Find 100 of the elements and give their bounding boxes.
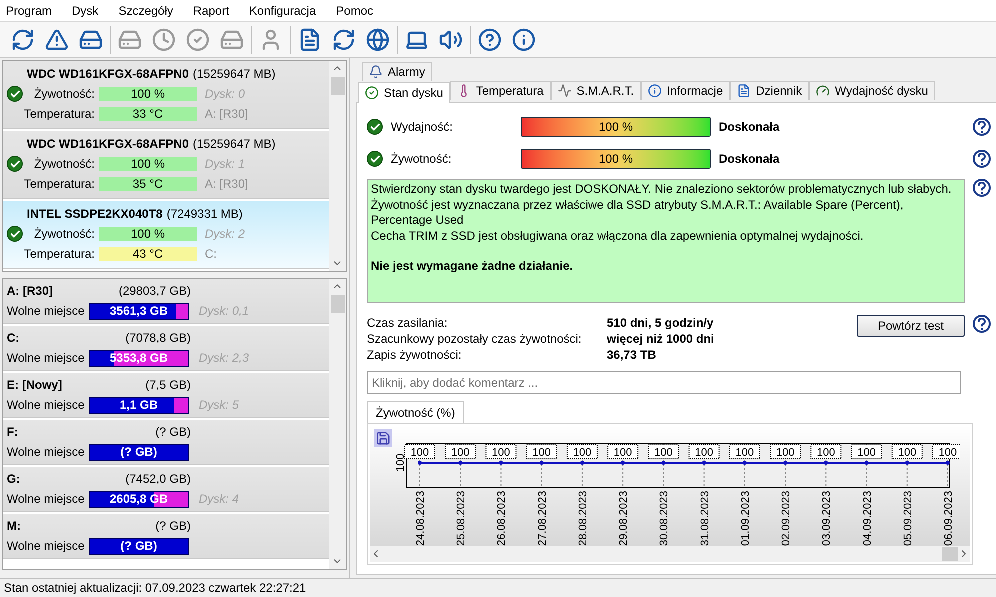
free-space-value: (? GB) — [120, 538, 158, 554]
temperature-label: Temperatura: — [23, 246, 96, 263]
meter-reading: 100 % — [598, 151, 634, 168]
temperature-label: Temperatura: — [23, 176, 96, 193]
chart-tab[interactable]: Żywotność (%) — [367, 401, 464, 423]
disk-numbers: Dysk: 2,3 — [199, 350, 250, 367]
scrollbar[interactable] — [329, 61, 346, 271]
health-bar: 100 % — [99, 87, 197, 101]
free-space-value: (? GB) — [120, 444, 158, 460]
data-label: 100 — [526, 444, 558, 460]
volume-size: (? GB) — [154, 518, 191, 535]
x-axis-label: 28.08.2023 — [577, 491, 590, 546]
volume-name: E: [Nowy] — [7, 377, 64, 394]
x-axis-label: 26.08.2023 — [496, 491, 508, 546]
menu-item[interactable]: Raport — [193, 2, 230, 20]
health-label: Żywotność: — [33, 156, 96, 173]
data-label: 100 — [566, 444, 598, 460]
menu-item[interactable]: Pomoc — [336, 2, 374, 20]
free-space-label: Wolne miejsce — [7, 538, 86, 555]
disk-size: (7249331 MB) — [166, 206, 243, 223]
tab[interactable]: Stan dysku — [358, 82, 450, 103]
stat-label: Szacunkowy pozostały czas żywotności: — [367, 331, 583, 348]
tab[interactable]: Alarmy — [362, 62, 432, 81]
free-space-label: Wolne miejsce — [7, 350, 86, 367]
volume-size: (29803,7 GB) — [118, 283, 191, 300]
scroll-thumb[interactable] — [330, 77, 344, 95]
health-bar: 100 % — [99, 157, 197, 171]
meter-reading: 100 % — [598, 119, 634, 136]
stat-label: Zapis żywotności: — [367, 347, 463, 364]
menu-item[interactable]: Konfiguracja — [249, 2, 316, 20]
check-icon — [7, 226, 23, 242]
x-axis-label: 01.09.2023 — [740, 491, 752, 546]
scroll-thumb[interactable] — [942, 547, 958, 561]
free-space-label: Wolne miejsce — [7, 491, 86, 508]
help-icon[interactable] — [973, 118, 991, 136]
data-label: 100 — [770, 444, 802, 460]
disk-card[interactable]: WDC WD161KFGX-68AFPN0 (15259647 MB) Żywotność: 100 % Dysk: 1 Temperatura: 35 °C A: [R30] — [3, 131, 329, 199]
help-icon[interactable] — [973, 179, 991, 197]
volume-card[interactable]: M: (? GB) Wolne miejsce (? GB) — [3, 514, 329, 559]
x-axis-label: 05.09.2023 — [902, 491, 914, 546]
stat-label: Czas zasilania: — [367, 315, 449, 332]
tab[interactable]: Dziennik — [730, 81, 810, 100]
meter-verdict: Doskonała — [719, 119, 780, 136]
bell-icon — [369, 65, 383, 79]
comment-field[interactable]: Kliknij, aby dodać komentarz ... — [367, 371, 961, 394]
x-axis-label: 30.08.2023 — [658, 491, 671, 546]
data-label: 100 — [851, 444, 882, 460]
x-axis-label: 24.08.2023 — [415, 491, 427, 546]
summary-action: Nie jest wymagane żadne działanie. — [371, 259, 574, 274]
disk-name: WDC WD161KFGX-68AFPN0 — [27, 136, 190, 153]
health-label: Żywotność: — [33, 86, 96, 103]
disk-numbers: Dysk: 5 — [199, 397, 240, 414]
help-icon[interactable] — [973, 150, 991, 168]
status-bar: Stan ostatniej aktualizacji: 07.09.2023 czwartek 22:27:21 — [0, 578, 996, 597]
disk-card[interactable]: WDC WD161KFGX-68AFPN0 (15259647 MB) Żywotność: 100 % Dysk: 0 Temperatura: 33 °C A: [R30] — [3, 61, 329, 129]
data-label: 100 — [445, 444, 476, 460]
stat-value: 510 dni, 5 godzin/y — [607, 315, 714, 332]
data-label: 100 — [729, 444, 760, 460]
scrollbar[interactable] — [329, 279, 346, 569]
save-icon[interactable] — [374, 429, 392, 447]
menu-item[interactable]: Program — [6, 2, 52, 20]
data-label: 100 — [932, 444, 960, 460]
menu-item[interactable]: Dysk — [72, 2, 99, 20]
x-axis-label: 29.08.2023 — [618, 491, 630, 546]
data-label: 100 — [688, 444, 720, 460]
disk-numbers: Dysk: 0,1 — [199, 303, 250, 320]
volume-label: A: [R30] — [205, 176, 248, 193]
meter-label: Wydajność: — [391, 119, 454, 136]
disk-card[interactable]: INTEL SSDPE2KX040T8 (7249331 MB) Żywotność: 100 % Dysk: 2 Temperatura: 43 °C C: — [3, 201, 329, 269]
stat-value: 36,73 TB — [607, 347, 656, 364]
volume-name: G: — [7, 471, 22, 488]
tab[interactable]: Temperatura — [450, 81, 551, 100]
retest-button[interactable]: Powtórz test — [857, 315, 965, 337]
volume-card[interactable]: F: (? GB) Wolne miejsce (? GB) — [3, 420, 329, 465]
volume-size: (? GB) — [154, 424, 191, 441]
scroll-thumb[interactable] — [330, 295, 344, 313]
meter-label: Żywotność: — [391, 151, 453, 168]
volume-size: (7,5 GB) — [144, 377, 191, 394]
free-space-value: 1,1 GB — [118, 398, 159, 412]
pulse-icon — [558, 84, 572, 98]
help-icon[interactable] — [973, 315, 991, 333]
data-label: 100 — [648, 444, 680, 460]
tab[interactable]: Wydajność dysku — [809, 81, 936, 100]
stat-value: więcej niż 1000 dni — [607, 331, 714, 348]
tab[interactable]: Informacje — [641, 81, 730, 100]
tab[interactable]: S.M.A.R.T. — [550, 81, 642, 100]
volume-name: F: — [7, 424, 20, 441]
volume-size: (7452,0 GB) — [124, 471, 191, 488]
data-label: 100 — [810, 444, 842, 460]
volume-card[interactable]: A: [R30] (29803,7 GB) Wolne miejsce 3561,3 GB Dysk: 0,1 — [3, 279, 329, 324]
summary-text: Stwierdzony stan dysku twardego jest DOSKONAŁY. Nie znaleziono sektorów problematycznych lub słabych. — [371, 182, 953, 198]
disk-name: INTEL SSDPE2KX040T8 — [27, 206, 163, 223]
x-axis-label: 03.09.2023 — [821, 491, 834, 546]
data-label: 100 — [892, 444, 923, 460]
x-axis-label: 27.08.2023 — [536, 491, 549, 546]
disk-number: Dysk: 2 — [205, 226, 246, 243]
volume-card[interactable]: E: [Nowy] (7,5 GB) Wolne miejsce 1,1 GB Dysk: 5 — [3, 373, 329, 418]
temperature-label: Temperatura: — [23, 106, 96, 123]
menu-item[interactable]: Szczegóły — [118, 2, 174, 20]
horizontal-scrollbar[interactable] — [370, 546, 970, 562]
